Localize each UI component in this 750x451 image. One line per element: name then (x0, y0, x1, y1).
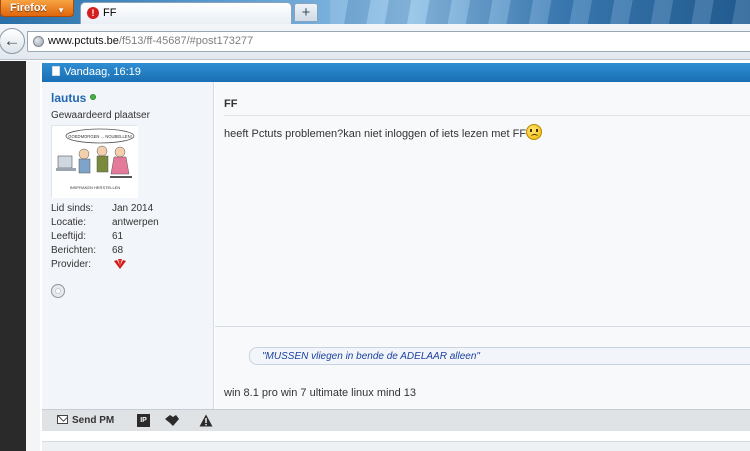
new-tab-button[interactable]: + (294, 3, 318, 22)
browser-tab-active[interactable]: ! FF (80, 2, 292, 24)
post-title: FF (224, 98, 238, 110)
left-gutter (0, 61, 26, 451)
globe-icon (33, 36, 44, 47)
stat-label: Locatie: (51, 217, 87, 228)
url-bar[interactable]: www.pctuts.be/f513/ff-45687/#post173277 (27, 31, 750, 52)
online-status-icon (90, 94, 96, 100)
signature-quote: "MUSSEN vliegen in bende de ADELAAR alle… (249, 347, 750, 365)
page-content: Vandaag, 16:19 lautus Gewaardeerd plaats… (0, 61, 750, 451)
next-post-strip (42, 441, 750, 451)
post-message-text: heeft Pctuts problemen?kan niet inloggen… (224, 128, 527, 140)
firefox-menu-button[interactable]: Firefox ▼ (0, 0, 74, 17)
signature-divider (215, 326, 750, 327)
avatar-caption-top: GOEDMORGEN ... NOUBELLEN! (68, 134, 132, 139)
tab-title: FF (103, 7, 117, 19)
avatar-caption-bottom: INSPRAKEN HERSTELLEN (70, 185, 121, 190)
post-title-divider (224, 115, 750, 116)
user-title: Gewaardeerd plaatser (51, 110, 150, 121)
post-document-icon (52, 66, 60, 76)
stat-row-location: Locatie: antwerpen (51, 217, 201, 231)
stat-label: Leeftijd: (51, 231, 87, 242)
stat-row-posts: Berichten: 68 (51, 245, 201, 259)
stat-label: Lid sinds: (51, 203, 94, 214)
envelope-icon (57, 415, 68, 424)
url-text: www.pctuts.be/f513/ff-45687/#post173277 (48, 35, 253, 47)
page-edge (26, 61, 40, 451)
post-header: Vandaag, 16:19 (42, 63, 750, 82)
stat-label: Provider: (51, 259, 92, 270)
post-body: FF heeft Pctuts problemen?kan niet inlog… (215, 82, 750, 409)
back-button[interactable]: ← (0, 28, 25, 54)
report-warning-icon[interactable] (199, 414, 213, 427)
url-domain: www.pctuts.be (48, 35, 119, 47)
site-favicon-icon: ! (87, 7, 99, 19)
chevron-down-icon: ▼ (57, 6, 65, 15)
browser-navbar: ← www.pctuts.be/f513/ff-45687/#post17327… (0, 24, 750, 60)
frown-smiley-icon (526, 124, 543, 140)
firefox-menu-label: Firefox (10, 2, 47, 14)
post-footer-toolbar: Send PM IP (42, 409, 750, 431)
provider-logo-icon (114, 259, 126, 269)
stat-row-provider: Provider: (51, 259, 201, 273)
stat-row-joined: Lid sinds: Jan 2014 (51, 203, 201, 217)
cd-icon[interactable] (51, 284, 65, 298)
stat-label: Berichten: (51, 245, 97, 256)
send-pm-label: Send PM (72, 415, 115, 426)
url-path: /f513/ff-45687/#post173277 (118, 35, 254, 47)
browser-titlebar: Firefox ▼ ! FF + (0, 0, 750, 24)
post-message: heeft Pctuts problemen?kan niet inloggen… (224, 124, 543, 140)
stat-value: Jan 2014 (112, 203, 154, 214)
stat-row-age: Leeftijd: 61 (51, 231, 201, 245)
ip-icon[interactable]: IP (137, 414, 150, 427)
user-info-panel: lautus Gewaardeerd plaatser GOEDMORGEN .… (42, 82, 214, 409)
signature-text: win 8.1 pro win 7 ultimate linux mind 13 (224, 387, 416, 399)
post-date: Vandaag, 16:19 (64, 66, 141, 78)
stat-value: antwerpen (112, 217, 159, 228)
stat-value: 68 (112, 245, 124, 256)
avatar[interactable]: GOEDMORGEN ... NOUBELLEN! INSPRAKEN HERS… (51, 125, 138, 198)
send-pm-button[interactable]: Send PM (57, 413, 114, 429)
arrow-left-icon: ← (3, 31, 21, 50)
reputation-icon[interactable] (164, 414, 180, 427)
user-stats: Lid sinds: Jan 2014 Locatie: antwerpen L… (51, 203, 201, 273)
username-link[interactable]: lautus (51, 91, 86, 105)
stat-value: 61 (112, 231, 124, 242)
